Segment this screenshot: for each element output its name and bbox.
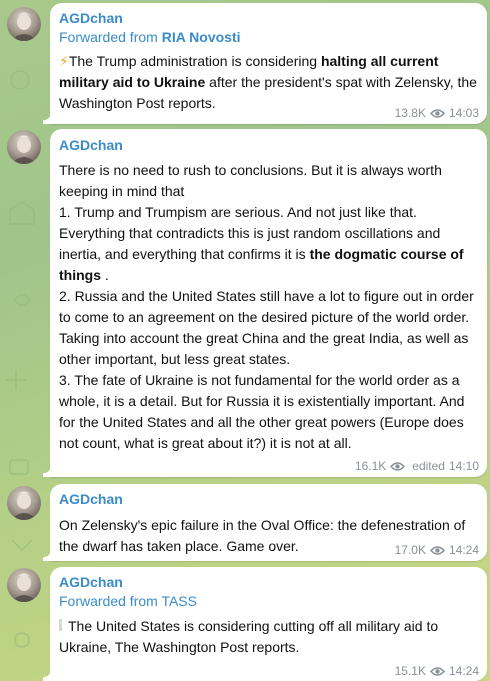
eye-icon: [429, 666, 445, 676]
text-part: The Trump administration is considering: [68, 53, 321, 69]
eye-icon: [429, 108, 445, 118]
timestamp: 14:24: [448, 543, 479, 557]
avatar[interactable]: [7, 7, 41, 41]
timestamp: 14:03: [448, 106, 479, 120]
sender-name[interactable]: AGDchan: [59, 490, 477, 508]
forwarded-header[interactable]: Forwarded from RIA Novosti: [59, 27, 477, 47]
edited-label: edited: [412, 459, 445, 473]
timestamp: 14:10: [448, 459, 479, 473]
forwarded-source[interactable]: RIA Novosti: [162, 29, 241, 45]
message-meta: 15.1K 14:24: [395, 664, 479, 678]
quote-marker: [59, 619, 62, 631]
sender-name[interactable]: AGDchan: [59, 573, 477, 591]
timestamp: 14:24: [448, 664, 479, 678]
view-count: 17.0K: [394, 543, 426, 557]
message-meta: 13.8K 14:03: [395, 106, 479, 120]
message-bubble[interactable]: AGDchan On Zelensky's epic failure in th…: [43, 484, 487, 561]
eye-icon: [429, 545, 445, 555]
paragraph: 1. Trump and Trumpism are serious. And n…: [59, 202, 477, 286]
avatar[interactable]: [7, 486, 41, 520]
message-meta: 16.1K edited 14:10: [355, 459, 479, 473]
forwarded-prefix: Forwarded from: [59, 29, 162, 45]
forwarded-header[interactable]: Forwarded from TASS: [59, 591, 477, 611]
forwarded-source[interactable]: TASS: [161, 593, 197, 609]
text-part: The United States is considering cutting…: [59, 618, 439, 655]
forwarded-prefix: Forwarded from: [59, 593, 162, 609]
view-count: 15.1K: [394, 664, 426, 678]
paragraph: 3. The fate of Ukraine is not fundamenta…: [59, 372, 465, 451]
message-bubble[interactable]: AGDchan Forwarded from RIA Novosti ⚡The …: [43, 3, 487, 124]
lightning-emoji: ⚡: [59, 53, 69, 69]
message-text: There is no need to rush to conclusions.…: [59, 160, 477, 454]
paragraph: 2. Russia and the United States still ha…: [59, 288, 474, 367]
sender-name[interactable]: AGDchan: [59, 136, 477, 154]
message-bubble[interactable]: AGDchan Forwarded from TASS The United S…: [43, 567, 487, 681]
eye-icon: [390, 461, 406, 471]
avatar[interactable]: [7, 568, 41, 602]
avatar[interactable]: [7, 130, 41, 164]
view-count: 13.8K: [394, 106, 426, 120]
text-part: .: [101, 267, 109, 283]
paragraph: There is no need to rush to conclusions.…: [59, 162, 442, 199]
message-text: ⚡The Trump administration is considering…: [59, 51, 477, 114]
sender-name[interactable]: AGDchan: [59, 9, 477, 27]
message-text: The United States is considering cutting…: [59, 616, 477, 658]
message-bubble[interactable]: AGDchan There is no need to rush to conc…: [43, 129, 487, 477]
message-meta: 17.0K 14:24: [395, 543, 479, 557]
view-count: 16.1K: [354, 459, 387, 473]
